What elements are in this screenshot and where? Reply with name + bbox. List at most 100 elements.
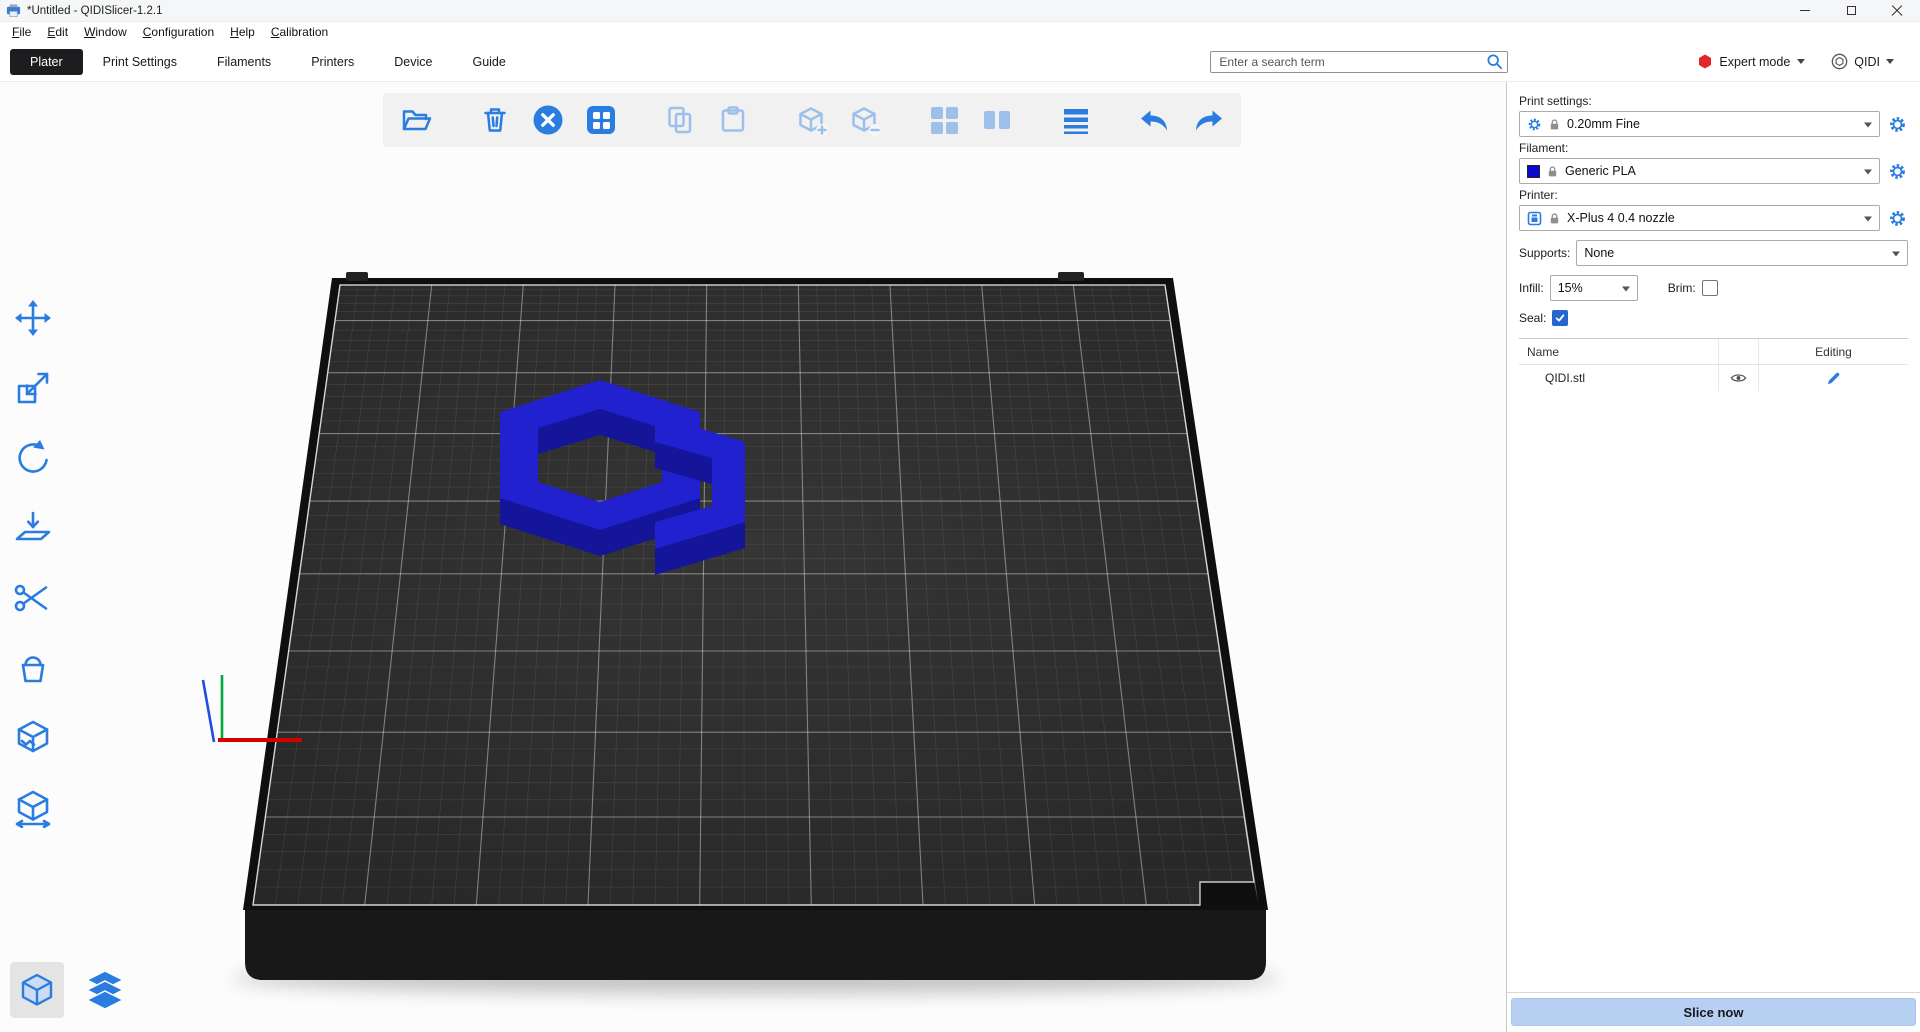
minimize-icon	[1800, 10, 1810, 11]
move-tool-button[interactable]	[10, 295, 56, 341]
remove-instance-button[interactable]	[847, 102, 883, 138]
plate-corner-notch	[1200, 882, 1259, 906]
account-label: QIDI	[1854, 55, 1880, 69]
mode-selector[interactable]: Expert mode	[1698, 54, 1805, 69]
printer-gear-button[interactable]	[1886, 207, 1908, 229]
search-input[interactable]	[1219, 55, 1486, 69]
plate-front-face	[245, 900, 1266, 980]
object-list-header: Name Editing	[1519, 339, 1908, 365]
lock-icon	[1548, 118, 1561, 131]
tab-filaments[interactable]: Filaments	[197, 49, 291, 75]
menu-file[interactable]: File	[4, 25, 39, 39]
delete-button[interactable]	[477, 102, 513, 138]
paste-button[interactable]	[715, 102, 751, 138]
view-toggles	[10, 962, 132, 1018]
place-on-face-tool-button[interactable]	[10, 505, 56, 551]
account-menu[interactable]: QIDI	[1831, 53, 1894, 70]
gear-icon	[1888, 162, 1907, 181]
gizmo-toolbar	[10, 295, 56, 831]
close-button[interactable]	[1874, 0, 1920, 21]
menu-help[interactable]: Help	[222, 25, 263, 39]
chevron-down-icon	[1886, 59, 1894, 64]
supports-value: None	[1584, 246, 1614, 260]
plater-toolbar	[383, 93, 1241, 147]
column-name: Name	[1519, 339, 1718, 364]
printer-value: X-Plus 4 0.4 nozzle	[1567, 211, 1675, 225]
tab-device[interactable]: Device	[374, 49, 452, 75]
undo-button[interactable]	[1137, 102, 1173, 138]
search-icon[interactable]	[1486, 53, 1503, 70]
seal-checkbox[interactable]	[1552, 310, 1568, 326]
close-icon	[1891, 5, 1903, 17]
app-icon	[6, 3, 21, 18]
rotate-tool-button[interactable]	[10, 435, 56, 481]
scene-canvas	[0, 82, 1505, 1032]
menu-configuration[interactable]: Configuration	[135, 25, 222, 39]
arrange-button[interactable]	[583, 102, 619, 138]
slice-now-button[interactable]: Slice now	[1511, 998, 1916, 1026]
cube-icon	[18, 971, 56, 1009]
3d-viewport[interactable]	[0, 82, 1506, 1032]
paint-supports-tool-button[interactable]	[10, 645, 56, 691]
preview-view-button[interactable]	[78, 962, 132, 1018]
tab-guide[interactable]: Guide	[452, 49, 525, 75]
chevron-down-icon	[1622, 286, 1630, 295]
printer-icon	[1527, 211, 1542, 226]
filament-value: Generic PLA	[1565, 164, 1636, 178]
account-icon	[1831, 53, 1848, 70]
editor-view-button[interactable]	[10, 962, 64, 1018]
menu-calibration[interactable]: Calibration	[263, 25, 336, 39]
print-settings-combo[interactable]: 0.20mm Fine	[1519, 111, 1880, 137]
menu-edit[interactable]: Edit	[39, 25, 76, 39]
menu-window[interactable]: Window	[76, 25, 135, 39]
build-plate-surface	[253, 285, 1258, 905]
visibility-eye-button[interactable]	[1730, 372, 1747, 384]
object-row[interactable]: QIDI.stl	[1519, 365, 1908, 391]
infill-value: 15%	[1558, 281, 1583, 295]
filament-combo[interactable]: Generic PLA	[1519, 158, 1880, 184]
object-list: Name Editing QIDI.stl	[1519, 338, 1908, 992]
column-visibility	[1718, 339, 1758, 364]
open-file-button[interactable]	[398, 102, 434, 138]
menubar: File Edit Window Configuration Help Cali…	[0, 22, 1920, 42]
plate-clip	[1058, 272, 1084, 281]
plate-clip	[346, 272, 368, 281]
chevron-down-icon	[1892, 251, 1900, 260]
filament-color-swatch	[1527, 165, 1540, 178]
split-to-objects-button[interactable]	[926, 102, 962, 138]
print-settings-gear-button[interactable]	[1886, 113, 1908, 135]
tab-plater[interactable]: Plater	[10, 49, 83, 75]
minimize-button[interactable]	[1782, 0, 1828, 21]
sidebar: Print settings: 0.20mm Fine Filament: Ge…	[1506, 82, 1920, 1032]
axis-z	[203, 680, 214, 742]
maximize-button[interactable]	[1828, 0, 1874, 21]
brim-checkbox[interactable]	[1702, 280, 1718, 296]
delete-all-button[interactable]	[530, 102, 566, 138]
cut-tool-button[interactable]	[10, 575, 56, 621]
brim-label: Brim:	[1668, 281, 1696, 295]
lock-icon	[1546, 165, 1559, 178]
seal-label: Seal:	[1519, 311, 1546, 325]
split-to-parts-button[interactable]	[979, 102, 1015, 138]
supports-combo[interactable]: None	[1576, 240, 1908, 266]
printer-label: Printer:	[1519, 188, 1908, 202]
printer-combo[interactable]: X-Plus 4 0.4 nozzle	[1519, 205, 1880, 231]
gear-icon	[1527, 117, 1542, 132]
add-instance-button[interactable]	[794, 102, 830, 138]
filament-gear-button[interactable]	[1886, 160, 1908, 182]
variable-layer-height-button[interactable]	[1058, 102, 1094, 138]
copy-button[interactable]	[662, 102, 698, 138]
infill-label: Infill:	[1519, 281, 1544, 295]
redo-button[interactable]	[1190, 102, 1226, 138]
chevron-down-icon	[1797, 59, 1805, 64]
supports-label: Supports:	[1519, 246, 1570, 260]
tab-print-settings[interactable]: Print Settings	[83, 49, 197, 75]
edit-object-button[interactable]	[1826, 371, 1841, 386]
scale-tool-button[interactable]	[10, 365, 56, 411]
gear-icon	[1888, 209, 1907, 228]
tab-printers[interactable]: Printers	[291, 49, 374, 75]
infill-combo[interactable]: 15%	[1550, 275, 1638, 301]
measure-tool-button[interactable]	[10, 785, 56, 831]
print-settings-value: 0.20mm Fine	[1567, 117, 1640, 131]
fuzzy-skin-tool-button[interactable]	[10, 715, 56, 761]
